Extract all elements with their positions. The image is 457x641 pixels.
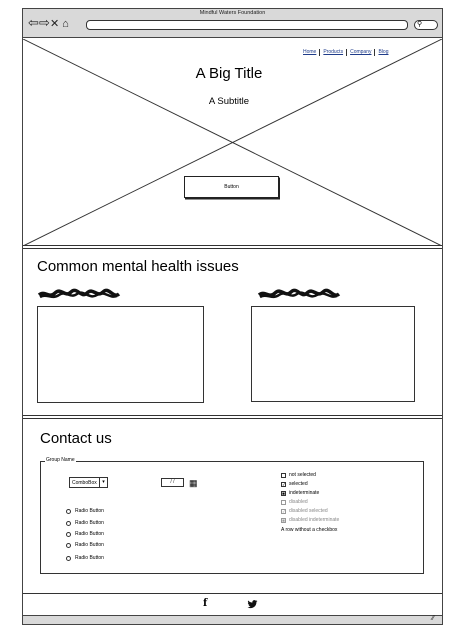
hero-subtitle: A Subtitle	[208, 96, 250, 107]
issues-heading: Common mental health issues	[37, 258, 239, 275]
checkbox-disabled-indeterminate: ■ disabled indeterminate	[281, 517, 339, 523]
close-icon[interactable]: ✕	[50, 16, 60, 32]
checkbox-label: disabled indeterminate	[289, 517, 340, 523]
footer	[23, 593, 442, 615]
nav-link-blog[interactable]: Blog	[374, 49, 391, 56]
radio-circle	[66, 520, 71, 526]
top-navigation: Home Products Company Blog	[303, 49, 392, 56]
chevron-down-icon: ▾	[99, 478, 107, 487]
check-icon: ✓	[281, 508, 286, 514]
radio-button[interactable]: Radio Button	[66, 542, 104, 548]
radio-label: Radio Button	[75, 520, 104, 526]
group-label: Group Name	[45, 457, 76, 463]
radio-button[interactable]: Radio Button	[66, 555, 104, 561]
hero-button[interactable]: Button	[184, 176, 279, 198]
radio-circle	[66, 555, 71, 561]
facebook-icon[interactable]: f	[203, 598, 207, 609]
radio-circle	[66, 508, 71, 514]
checkbox-selected[interactable]: ✓ selected	[281, 481, 308, 487]
issue-card-right	[251, 306, 415, 402]
radio-label: Radio Button	[75, 555, 104, 561]
indeterminate-icon: ■	[281, 517, 286, 523]
checkbox-box	[281, 472, 286, 478]
radio-label: Radio Button	[75, 508, 104, 514]
url-input[interactable]	[86, 20, 408, 30]
checkbox-box	[281, 499, 286, 505]
combobox-value: ComboBox	[72, 479, 97, 486]
status-bar	[23, 615, 442, 624]
browser-search-input[interactable]: ⚲	[414, 20, 438, 30]
radio-button[interactable]: Radio Button	[66, 531, 104, 537]
plain-row-text: A row without a checkbox	[281, 527, 338, 533]
arrow-right-icon[interactable]: ⇨	[39, 15, 50, 31]
arrow-left-icon[interactable]: ⇦	[28, 15, 39, 31]
radio-button[interactable]: Radio Button	[66, 520, 104, 526]
checkbox-label: not selected	[289, 472, 316, 478]
checkbox-label: disabled	[289, 499, 308, 505]
checkbox-label: disabled selected	[289, 508, 328, 514]
scribbled-heading-right	[257, 288, 341, 299]
scribbled-heading-left	[37, 288, 121, 299]
nav-link-company[interactable]: Company	[346, 49, 374, 56]
check-icon: ✓	[281, 481, 286, 487]
nav-link-products[interactable]: Products	[319, 49, 346, 56]
hero-title: A Big Title	[195, 65, 263, 82]
indeterminate-icon: ■	[281, 490, 286, 496]
home-icon[interactable]: ⌂	[61, 16, 71, 32]
window-title: Mindful Waters Foundation	[199, 10, 266, 16]
checkbox-indeterminate[interactable]: ■ indeterminate	[281, 490, 319, 496]
calendar-icon[interactable]: ▦	[189, 478, 198, 488]
checkbox-label: indeterminate	[289, 490, 320, 496]
radio-circle	[66, 531, 71, 537]
radio-label: Radio Button	[75, 542, 104, 548]
browser-nav-buttons: ⇦⇨✕ ⌂	[28, 15, 72, 32]
radio-circle	[66, 542, 71, 548]
checkbox-disabled-selected: ✓ disabled selected	[281, 508, 328, 514]
search-icon: ⚲	[417, 21, 423, 28]
nav-link-home[interactable]: Home	[303, 49, 319, 56]
combobox[interactable]: ComboBox ▾	[69, 477, 108, 488]
checkbox-disabled: disabled	[281, 499, 308, 505]
radio-label: Radio Button	[75, 531, 104, 537]
resize-grip-icon[interactable]: ⁄⁄	[432, 615, 434, 622]
date-input[interactable]: / /	[161, 478, 184, 487]
radio-button[interactable]: Radio Button	[66, 508, 104, 514]
twitter-icon[interactable]	[247, 600, 258, 609]
checkbox-label: selected	[289, 481, 308, 487]
contact-heading: Contact us	[40, 430, 112, 447]
issue-card-left	[37, 306, 204, 403]
checkbox-not-selected[interactable]: not selected	[281, 472, 316, 478]
